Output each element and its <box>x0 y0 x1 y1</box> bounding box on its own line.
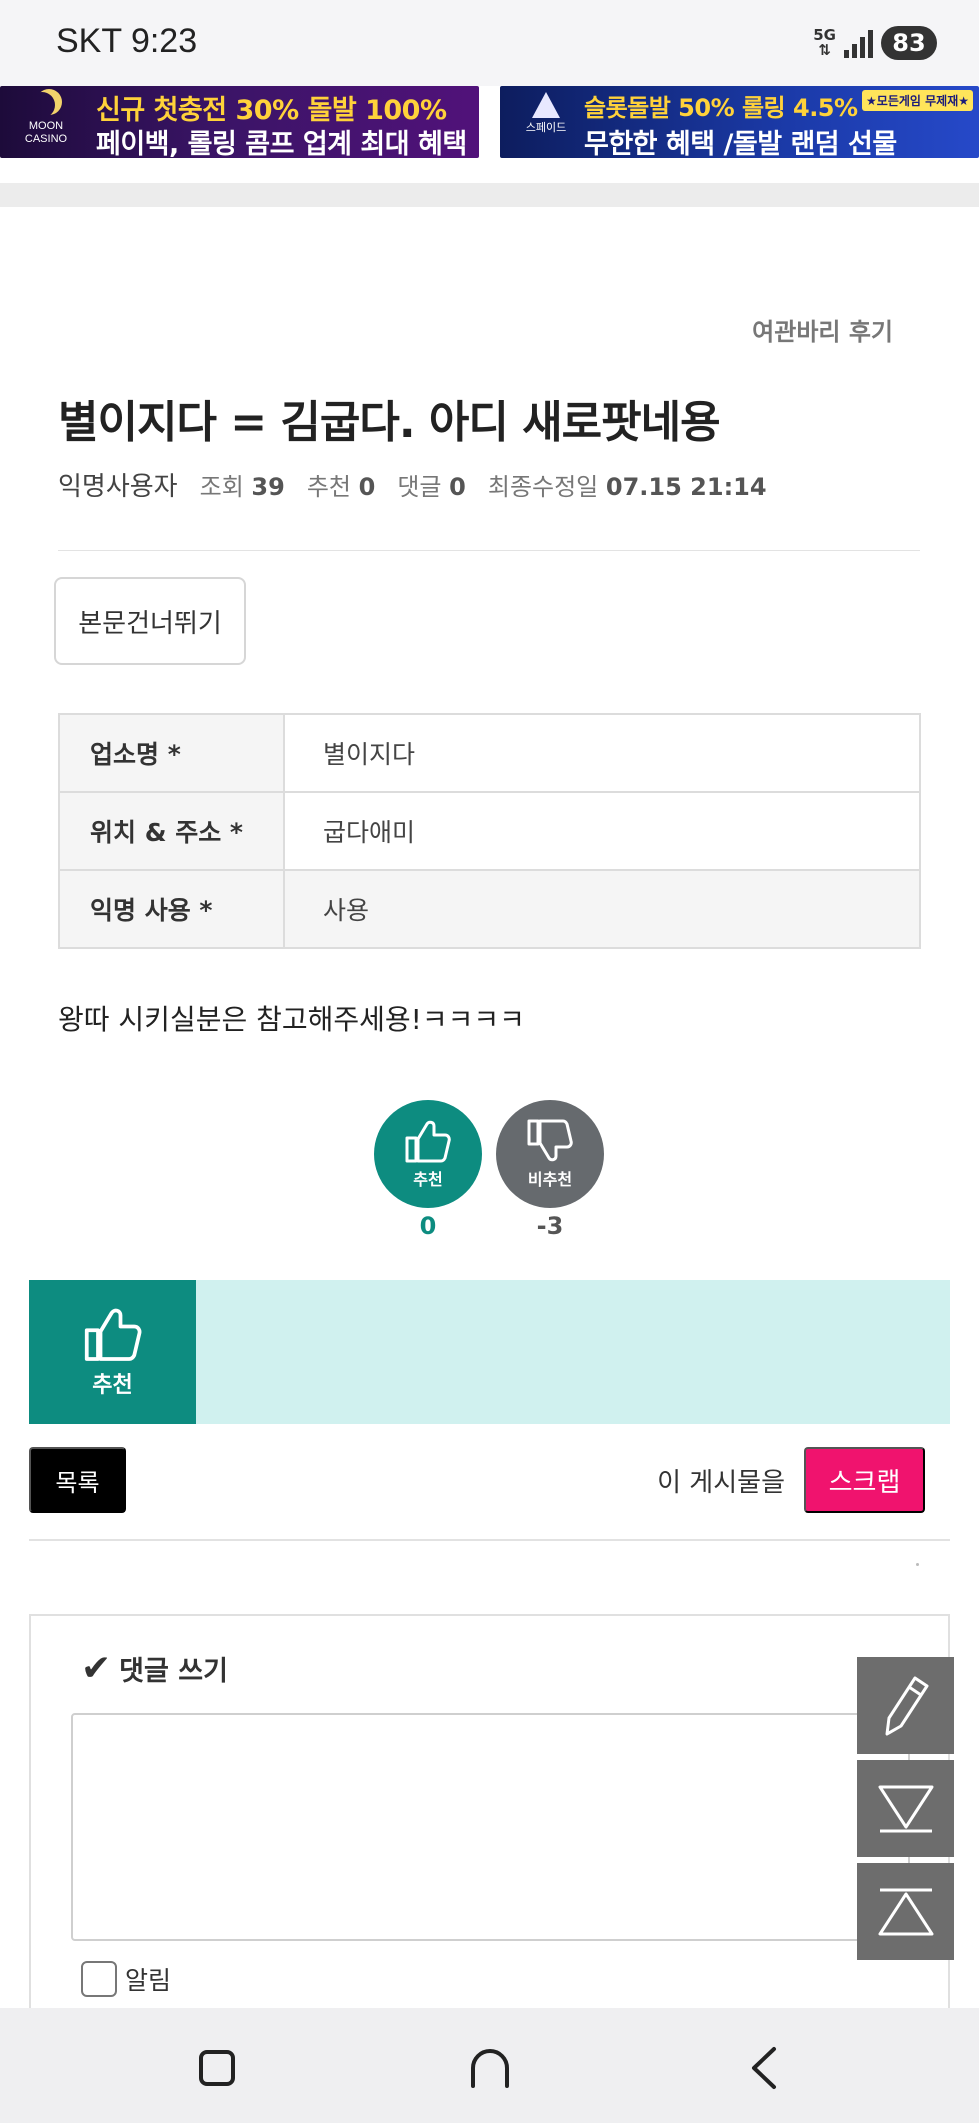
thumbs-up-icon <box>405 1120 451 1163</box>
moon-icon <box>29 92 55 118</box>
banner-badge: ★모든게임 무제재★ <box>862 90 973 111</box>
spade-icon <box>532 92 560 118</box>
post-meta: 익명사용자 조회 39 추천 0 댓글 0 최종수정일 07.15 21:14 <box>58 466 767 503</box>
scrap-button[interactable]: 스크랩 <box>804 1447 925 1513</box>
divider <box>58 550 920 551</box>
comment-input[interactable] <box>71 1713 910 1941</box>
meta-modified: 최종수정일 07.15 21:14 <box>487 473 767 501</box>
recommend-label: 추천 <box>413 1170 443 1189</box>
recommend-bar-label: 추천 <box>92 1373 133 1398</box>
thumbs-down-icon <box>527 1119 573 1162</box>
banner-headline: 슬롯돌발 50% 롤링 4.5% <box>584 94 858 122</box>
home-icon <box>471 2049 509 2088</box>
scroll-up-icon <box>878 1888 933 1935</box>
scrap-prompt: 이 게시물을 <box>657 1468 785 1498</box>
board-category[interactable]: 여관바리 후기 <box>752 312 893 347</box>
notify-checkbox[interactable] <box>81 1961 117 1997</box>
not-recommend-label: 비추천 <box>527 1170 573 1189</box>
moon-casino-logo: MOON CASINO <box>12 92 80 152</box>
ad-banner-spade[interactable]: 스페이드 슬롯돌발 50% 롤링 4.5% ★모든게임 무제재★ 무한한 혜택 … <box>500 86 979 158</box>
spade-logo: 스페이드 <box>512 92 580 152</box>
network-indicator: 5G ⇅ <box>813 26 836 59</box>
battery-indicator: 83 <box>881 26 937 60</box>
recommend-count: 0 <box>419 1212 437 1240</box>
recommend-bar: 추천 <box>29 1280 950 1424</box>
info-value: 별이지다 <box>283 713 921 793</box>
post-info-table: 업소명 * 별이지다 위치 & 주소 * 굽다애미 익명 사용 * 사용 <box>58 713 921 949</box>
info-key: 위치 & 주소 * <box>58 791 285 871</box>
checkmark-icon: ✔ <box>81 1648 112 1689</box>
post-author[interactable]: 익명사용자 <box>58 466 178 503</box>
meta-comments: 댓글 0 <box>397 473 466 501</box>
scroll-down-button[interactable] <box>857 1760 954 1857</box>
scroll-down-icon <box>878 1785 933 1832</box>
back-icon <box>752 2047 776 2089</box>
home-button[interactable] <box>460 2038 520 2098</box>
signal-icon <box>844 28 873 58</box>
recommend-button[interactable]: 추천 <box>374 1100 482 1208</box>
recent-apps-button[interactable] <box>187 2038 247 2098</box>
notify-option[interactable]: 알림 <box>81 1961 171 1997</box>
divider <box>29 1539 950 1541</box>
table-row: 익명 사용 * 사용 <box>58 869 921 949</box>
data-arrows-icon: ⇅ <box>818 41 831 59</box>
info-value: 굽다애미 <box>283 791 921 871</box>
pencil-icon <box>885 1676 928 1735</box>
info-key: 익명 사용 * <box>58 869 285 949</box>
section-separator <box>0 183 979 207</box>
post-body: 왕따 시키실분은 참고해주세용!ㅋㅋㅋㅋ <box>58 1003 525 1036</box>
banner-subline: 무한한 혜택 /돌발 랜덤 선물 <box>584 129 897 158</box>
notify-label: 알림 <box>125 1966 172 1995</box>
system-navigation-bar <box>0 2008 979 2123</box>
skip-content-button[interactable]: 본문건너뛰기 <box>54 577 246 665</box>
ad-banner-moon-casino[interactable]: MOON CASINO 신규 첫충전 30% 돌발 100% 페이백, 롤링 콤… <box>0 86 479 158</box>
not-recommend-count: -3 <box>536 1212 564 1240</box>
status-icons: 5G ⇅ 83 <box>813 26 937 60</box>
scroll-up-button[interactable] <box>857 1863 954 1960</box>
not-recommend-button[interactable]: 비추천 <box>496 1100 604 1208</box>
table-row: 업소명 * 별이지다 <box>58 713 921 793</box>
banner-subline: 페이백, 롤링 콤프 업계 최대 혜택 <box>96 129 467 158</box>
meta-recommend: 추천 0 <box>306 473 376 501</box>
post-title: 별이지다 = 김굽다. 아디 새로팟네용 <box>58 397 721 448</box>
info-key: 업소명 * <box>58 713 285 793</box>
comment-form: ✔ 댓글 쓰기 알림 <box>29 1614 950 2034</box>
comment-form-title: ✔ 댓글 쓰기 <box>81 1648 228 1689</box>
write-post-button[interactable] <box>857 1657 954 1754</box>
back-button[interactable] <box>734 2038 794 2098</box>
carrier-time: SKT 9:23 <box>56 22 198 60</box>
list-button[interactable]: 목록 <box>29 1447 126 1513</box>
thumbs-up-icon <box>84 1308 141 1361</box>
recent-apps-icon <box>199 2050 235 2086</box>
table-row: 위치 & 주소 * 굽다애미 <box>58 791 921 871</box>
status-bar: SKT 9:23 5G ⇅ 83 <box>0 0 979 86</box>
info-value: 사용 <box>283 869 921 949</box>
decorative-dot <box>916 1563 919 1566</box>
recommend-bar-button[interactable]: 추천 <box>29 1280 196 1424</box>
meta-views: 조회 39 <box>199 473 285 501</box>
